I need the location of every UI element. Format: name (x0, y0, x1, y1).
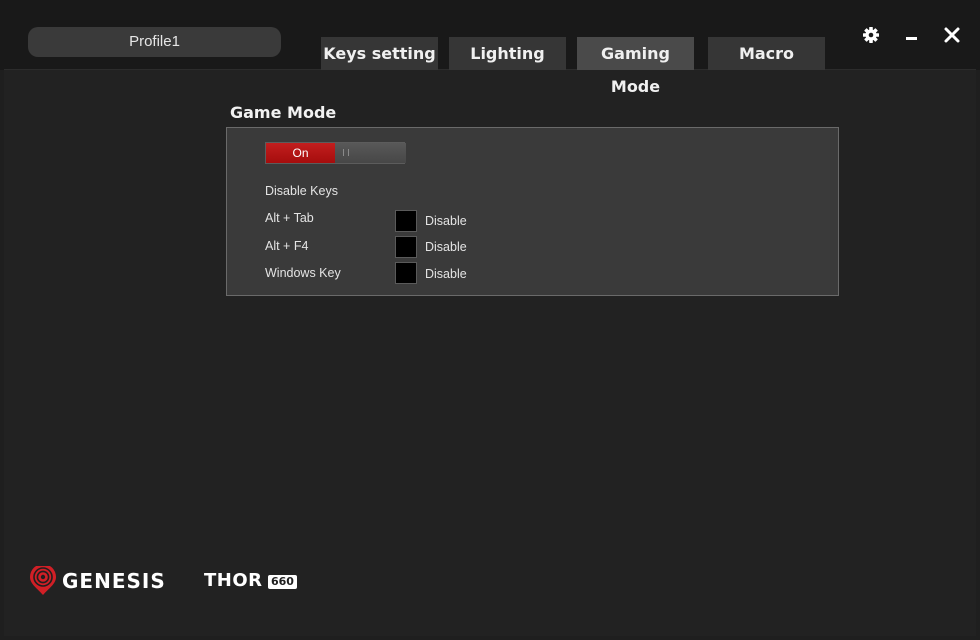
tab-lighting[interactable]: Lighting (449, 37, 566, 70)
gear-icon[interactable] (861, 24, 881, 46)
brand-product: THOR (204, 570, 263, 591)
game-mode-toggle[interactable]: On (265, 142, 406, 164)
alt-f4-disable-checkbox[interactable] (395, 236, 417, 258)
toggle-knob[interactable] (335, 143, 406, 163)
alt-f4-disable-label: Disable (425, 240, 467, 254)
windows-key-disable-label: Disable (425, 267, 467, 281)
key-label-alt-f4: Alt + F4 (265, 239, 309, 253)
windows-key-disable-checkbox[interactable] (395, 262, 417, 284)
grip-icon (343, 149, 349, 156)
brand-name: GENESIS (62, 569, 166, 593)
brand-model-badge: 660 (268, 575, 297, 589)
minimize-icon[interactable] (901, 24, 921, 46)
brand-footer: GENESIS THOR 660 (28, 566, 308, 598)
toggle-on-label: On (266, 143, 335, 163)
alt-tab-disable-label: Disable (425, 214, 467, 228)
game-mode-title: Game Mode (230, 103, 337, 122)
tab-keys-setting[interactable]: Keys setting (321, 37, 438, 70)
game-mode-panel: On Disable Keys Alt + Tab Disable Alt + … (226, 127, 839, 296)
disable-keys-label: Disable Keys (265, 184, 338, 198)
close-icon[interactable] (942, 24, 962, 46)
genesis-logo-icon (30, 566, 56, 595)
tab-gaming-mode[interactable]: Gaming Mode (577, 37, 694, 96)
profile-selector-button[interactable]: Profile1 (28, 27, 281, 57)
key-label-alt-tab: Alt + Tab (265, 211, 314, 225)
tab-macro[interactable]: Macro (708, 37, 825, 70)
key-label-windows-key: Windows Key (265, 266, 341, 280)
alt-tab-disable-checkbox[interactable] (395, 210, 417, 232)
